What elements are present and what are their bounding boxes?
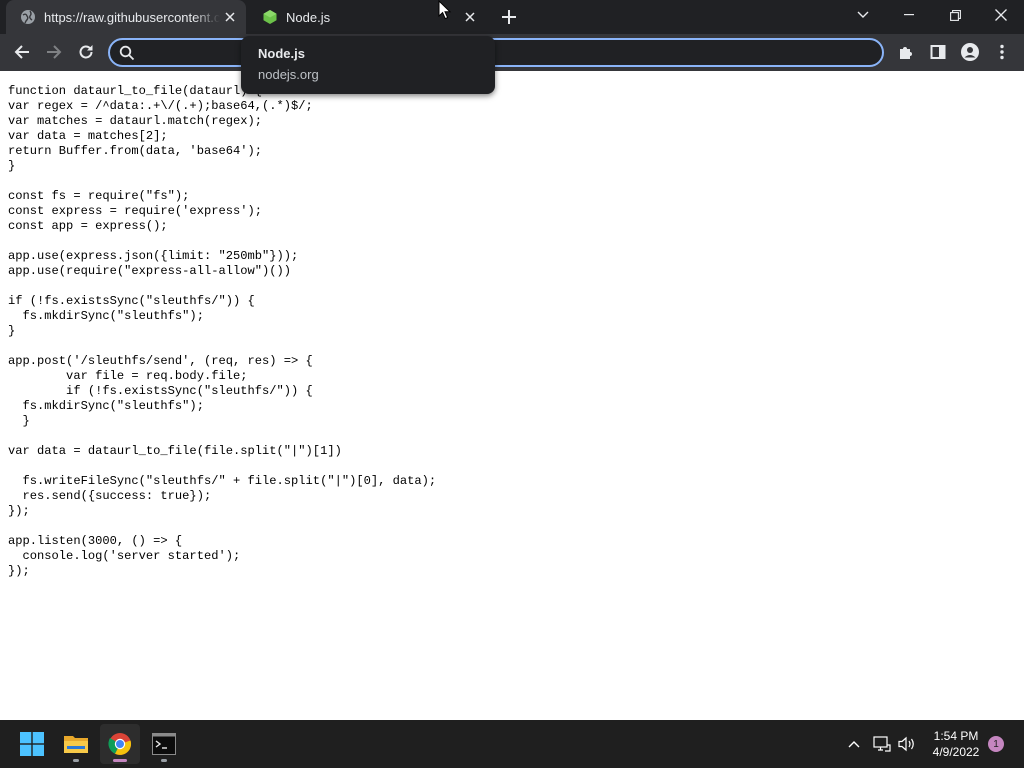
chevron-down-icon [857,11,869,18]
mouse-cursor-icon [438,0,452,20]
close-icon[interactable] [460,7,480,27]
taskbar-file-explorer[interactable] [56,724,96,764]
clock-time: 1:54 PM [933,729,979,743]
code-line: } [8,414,30,428]
notification-badge[interactable]: 1 [988,736,1004,752]
profile-icon [961,43,979,61]
plus-icon [502,10,516,24]
chrome-icon [108,733,132,755]
tab-raw-githubusercontent[interactable]: https://raw.githubusercontent.com [6,0,246,34]
chevron-up-icon [848,741,860,748]
code-line: var regex = /^data:.+\/(.+);base64,(.*)$… [8,99,313,113]
code-line: } [8,324,16,338]
hovercard-domain: nodejs.org [258,67,319,82]
code-line: app.post('/sleuthfs/send', (req, res) =>… [8,354,313,368]
system-clock[interactable]: 1:54 PM 4/9/2022 [925,728,987,760]
new-tab-button[interactable] [498,6,520,28]
hovercard-title: Node.js [258,46,305,61]
tab-search-button[interactable] [840,0,886,30]
minimize-icon [904,14,914,16]
minimize-button[interactable] [886,0,932,30]
code-line: app.use(require("express-all-allow")()) [8,264,292,278]
tab-title: https://raw.githubusercontent.com [44,9,220,25]
code-line: var data = dataurl_to_file(file.split("|… [8,444,342,458]
code-line: const express = require('express'); [8,204,263,218]
code-line: return Buffer.from(data, 'base64'); [8,144,263,158]
terminal-icon [152,733,176,755]
code-block: function dataurl_to_file(dataurl) {var r… [8,84,436,579]
puzzle-icon [900,47,912,59]
browser-toolbar [0,34,1024,71]
speaker-icon [898,736,914,752]
code-line: }); [8,504,30,518]
menu-button[interactable] [988,38,1016,66]
volume-button[interactable] [897,734,917,754]
tab-hover-card: Node.js nodejs.org [241,36,495,94]
reload-button[interactable] [72,38,100,66]
kebab-menu-icon [1000,44,1004,60]
tab-strip: https://raw.githubusercontent.com Node.j… [0,0,1024,34]
windows-logo-icon [20,732,44,756]
address-bar[interactable] [108,38,884,67]
profile-button[interactable] [956,38,984,66]
code-line: app.listen(3000, () => { [8,534,183,548]
code-line: if (!fs.existsSync("sleuthfs/")) { [8,384,313,398]
back-button[interactable] [8,38,36,66]
code-line: const fs = require("fs"); [8,189,190,203]
taskbar: 1:54 PM 4/9/2022 [0,720,1024,768]
running-indicator [73,759,79,762]
search-icon [119,45,135,61]
network-icon [873,736,891,752]
arrow-left-icon [14,45,29,59]
code-line: var file = req.body.file; [8,369,248,383]
code-line: app.use(express.json({limit: "250mb"})); [8,249,299,263]
code-line: fs.mkdirSync("sleuthfs"); [8,399,204,413]
globe-icon [20,9,36,25]
code-line: var matches = dataurl.match(regex); [8,114,263,128]
arrow-right-icon [47,45,62,59]
extensions-button[interactable] [892,38,920,66]
close-icon[interactable] [220,7,240,27]
show-hidden-icons-button[interactable] [844,734,864,754]
code-line: if (!fs.existsSync("sleuthfs/")) { [8,294,255,308]
page-content: function dataurl_to_file(dataurl) {var r… [0,71,1024,720]
nodejs-icon [262,9,278,25]
restore-button[interactable] [932,0,978,30]
code-line: var data = matches[2]; [8,129,168,143]
forward-button[interactable] [40,38,68,66]
close-icon [995,9,1007,21]
code-line: fs.writeFileSync("sleuthfs/" + file.spli… [8,474,437,488]
start-button[interactable] [12,724,52,764]
network-button[interactable] [872,734,892,754]
running-indicator [161,759,167,762]
side-panel-button[interactable] [924,38,952,66]
side-panel-icon [930,45,946,59]
code-line: fs.mkdirSync("sleuthfs"); [8,309,204,323]
clock-date: 4/9/2022 [932,745,980,759]
reload-icon [79,45,93,59]
tab-title: Node.js [286,9,331,25]
folder-icon [64,736,88,753]
code-line: const app = express(); [8,219,168,233]
code-line: } [8,159,16,173]
code-line: }); [8,564,30,578]
taskbar-terminal[interactable] [144,724,184,764]
code-line: res.send({success: true}); [8,489,212,503]
restore-icon [949,9,961,21]
active-indicator [113,759,127,762]
code-line: console.log('server started'); [8,549,241,563]
taskbar-chrome[interactable] [100,724,140,764]
window-close-button[interactable] [978,0,1024,30]
